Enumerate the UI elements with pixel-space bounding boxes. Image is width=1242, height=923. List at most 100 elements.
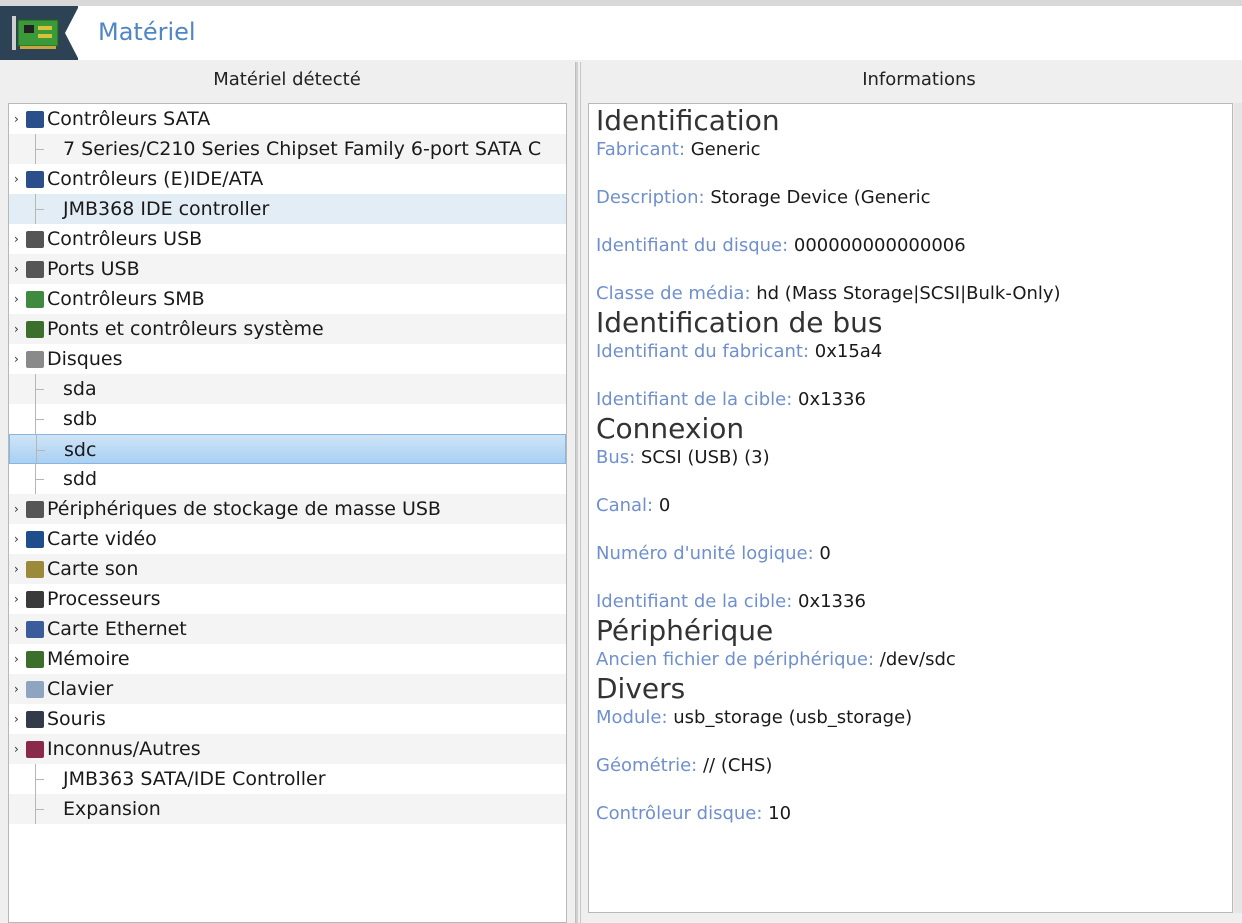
info-field: Numéro d'unité logique: 0 <box>596 542 1226 566</box>
tree-category-label: Contrôleurs SATA <box>47 108 211 130</box>
expand-arrow-icon[interactable]: › <box>14 704 19 734</box>
info-section: Divers Module: usb_storage (usb_storage) G… <box>596 672 1226 826</box>
tree-item[interactable]: JMB363 SATA/IDE Controller <box>9 764 566 794</box>
cpu-icon <box>26 591 44 608</box>
info-field-value: 0x1336 <box>792 591 866 612</box>
info-field-value: 0 <box>813 543 831 564</box>
tree-category[interactable]: › Disques <box>9 344 566 374</box>
tree-category[interactable]: › Processeurs <box>9 584 566 614</box>
tree-category[interactable]: › Ports USB <box>9 254 566 284</box>
tree-item-label: sdd <box>63 468 98 490</box>
tree-category-label: Périphériques de stockage de masse USB <box>47 498 441 520</box>
info-field-label: Numéro d'unité logique: <box>596 543 814 564</box>
info-field-value: Storage Device (Generic <box>704 187 931 208</box>
tree-category-label: Contrôleurs SMB <box>47 288 205 310</box>
disk-icon <box>26 351 44 368</box>
info-section: Identification Fabricant: Generic Descript… <box>596 104 1226 306</box>
detected-hardware-heading: Matériel détecté <box>213 69 361 90</box>
hardware-tree[interactable]: › Contrôleurs SATA 7 Series/C210 Series Ch… <box>8 103 567 923</box>
information-heading: Informations <box>862 69 976 90</box>
info-field-value: SCSI (USB) (3) <box>635 447 770 468</box>
info-section: Périphérique Ancien fichier de périphériq… <box>596 614 1226 672</box>
usb-storage-icon <box>26 501 44 518</box>
info-section-title: Identification de bus <box>596 306 883 339</box>
tree-item[interactable]: sda <box>9 374 566 404</box>
expand-arrow-icon[interactable]: › <box>14 254 19 284</box>
info-field-label: Identifiant de la cible: <box>596 389 793 410</box>
tree-item-label: sda <box>63 378 97 400</box>
usb-icon <box>26 261 44 278</box>
tree-category-label: Clavier <box>47 678 114 700</box>
usb-icon <box>26 231 44 248</box>
tree-category[interactable]: › Inconnus/Autres <box>9 734 566 764</box>
info-field-value: hd (Mass Storage|SCSI|Bulk-Only) <box>750 283 1061 304</box>
expand-arrow-icon[interactable]: › <box>14 644 19 674</box>
expand-arrow-icon[interactable]: › <box>14 224 19 254</box>
tree-item[interactable]: sdd <box>9 464 566 494</box>
info-field: Identifiant de la cible: 0x1336 <box>596 590 1226 614</box>
sata-controller-icon <box>26 111 44 128</box>
tree-item-label: Expansion <box>63 798 161 820</box>
pane-splitter[interactable] <box>575 62 578 923</box>
keyboard-icon <box>26 681 44 698</box>
tree-category[interactable]: › Contrôleurs USB <box>9 224 566 254</box>
tree-category[interactable]: › Contrôleurs SMB <box>9 284 566 314</box>
tree-category[interactable]: › Contrôleurs (E)IDE/ATA <box>9 164 566 194</box>
tree-category-label: Ports USB <box>47 258 140 280</box>
tree-category[interactable]: › Carte son <box>9 554 566 584</box>
expand-arrow-icon[interactable]: › <box>14 674 19 704</box>
tree-branch-line <box>36 435 46 463</box>
info-field: Classe de média: hd (Mass Storage|SCSI|B… <box>596 282 1226 306</box>
info-field-value: 0x15a4 <box>809 341 883 362</box>
information-content: Identification Fabricant: Generic Descript… <box>596 104 1226 826</box>
pane-splitter-edge <box>580 62 581 923</box>
page-title: Matériel <box>98 18 196 46</box>
info-field: Identifiant de la cible: 0x1336 <box>596 388 1226 412</box>
tree-branch-line <box>35 764 45 794</box>
tree-item[interactable]: 7 Series/C210 Series Chipset Family 6-po… <box>9 134 566 164</box>
expand-arrow-icon[interactable]: › <box>14 554 19 584</box>
tree-item[interactable]: sdc <box>9 434 566 464</box>
tree-category-label: Carte vidéo <box>47 528 157 550</box>
info-field-label: Géométrie: <box>596 755 698 776</box>
tree-item[interactable]: sdb <box>9 404 566 434</box>
info-field: Fabricant: Generic <box>596 138 1226 162</box>
tree-category[interactable]: › Carte Ethernet <box>9 614 566 644</box>
expand-arrow-icon[interactable]: › <box>14 734 19 764</box>
tree-branch-line <box>35 794 45 824</box>
expand-arrow-icon[interactable]: › <box>14 344 19 374</box>
info-section: Connexion Bus: SCSI (USB) (3) Canal: 0 Numé… <box>596 412 1226 614</box>
expand-arrow-icon[interactable]: › <box>14 524 19 554</box>
tree-category-label: Contrôleurs USB <box>47 228 203 250</box>
info-field-label: Identifiant du disque: <box>596 235 789 256</box>
tree-category-label: Mémoire <box>47 648 130 670</box>
ide-controller-icon <box>26 171 44 188</box>
tree-item-label: JMB368 IDE controller <box>63 198 270 220</box>
information-scrollbar[interactable] <box>1234 103 1242 913</box>
expand-arrow-icon[interactable]: › <box>14 494 19 524</box>
app-header: Matériel <box>0 6 1242 60</box>
expand-arrow-icon[interactable]: › <box>14 614 19 644</box>
expand-arrow-icon[interactable]: › <box>14 104 19 134</box>
expand-arrow-icon[interactable]: › <box>14 164 19 194</box>
tree-item[interactable]: JMB368 IDE controller <box>9 194 566 224</box>
tree-item[interactable]: Expansion <box>9 794 566 824</box>
expand-arrow-icon[interactable]: › <box>14 584 19 614</box>
tree-category[interactable]: › Périphériques de stockage de masse USB <box>9 494 566 524</box>
bridge-icon <box>26 321 44 338</box>
tree-category[interactable]: › Souris <box>9 704 566 734</box>
expand-arrow-icon[interactable]: › <box>14 314 19 344</box>
tree-category-label: Processeurs <box>47 588 161 610</box>
tree-category[interactable]: › Ponts et contrôleurs système <box>9 314 566 344</box>
expand-arrow-icon[interactable]: › <box>14 284 19 314</box>
tree-category[interactable]: › Clavier <box>9 674 566 704</box>
info-field-label: Contrôleur disque: <box>596 803 763 824</box>
ethernet-icon <box>26 621 44 638</box>
tree-item-label: JMB363 SATA/IDE Controller <box>63 768 326 790</box>
info-field: Identifiant du disque: 000000000000006 <box>596 234 1226 258</box>
tree-category[interactable]: › Contrôleurs SATA <box>9 104 566 134</box>
tree-item-label: 7 Series/C210 Series Chipset Family 6-po… <box>63 138 542 160</box>
tree-category[interactable]: › Carte vidéo <box>9 524 566 554</box>
tree-category[interactable]: › Mémoire <box>9 644 566 674</box>
info-field: Module: usb_storage (usb_storage) <box>596 706 1226 730</box>
